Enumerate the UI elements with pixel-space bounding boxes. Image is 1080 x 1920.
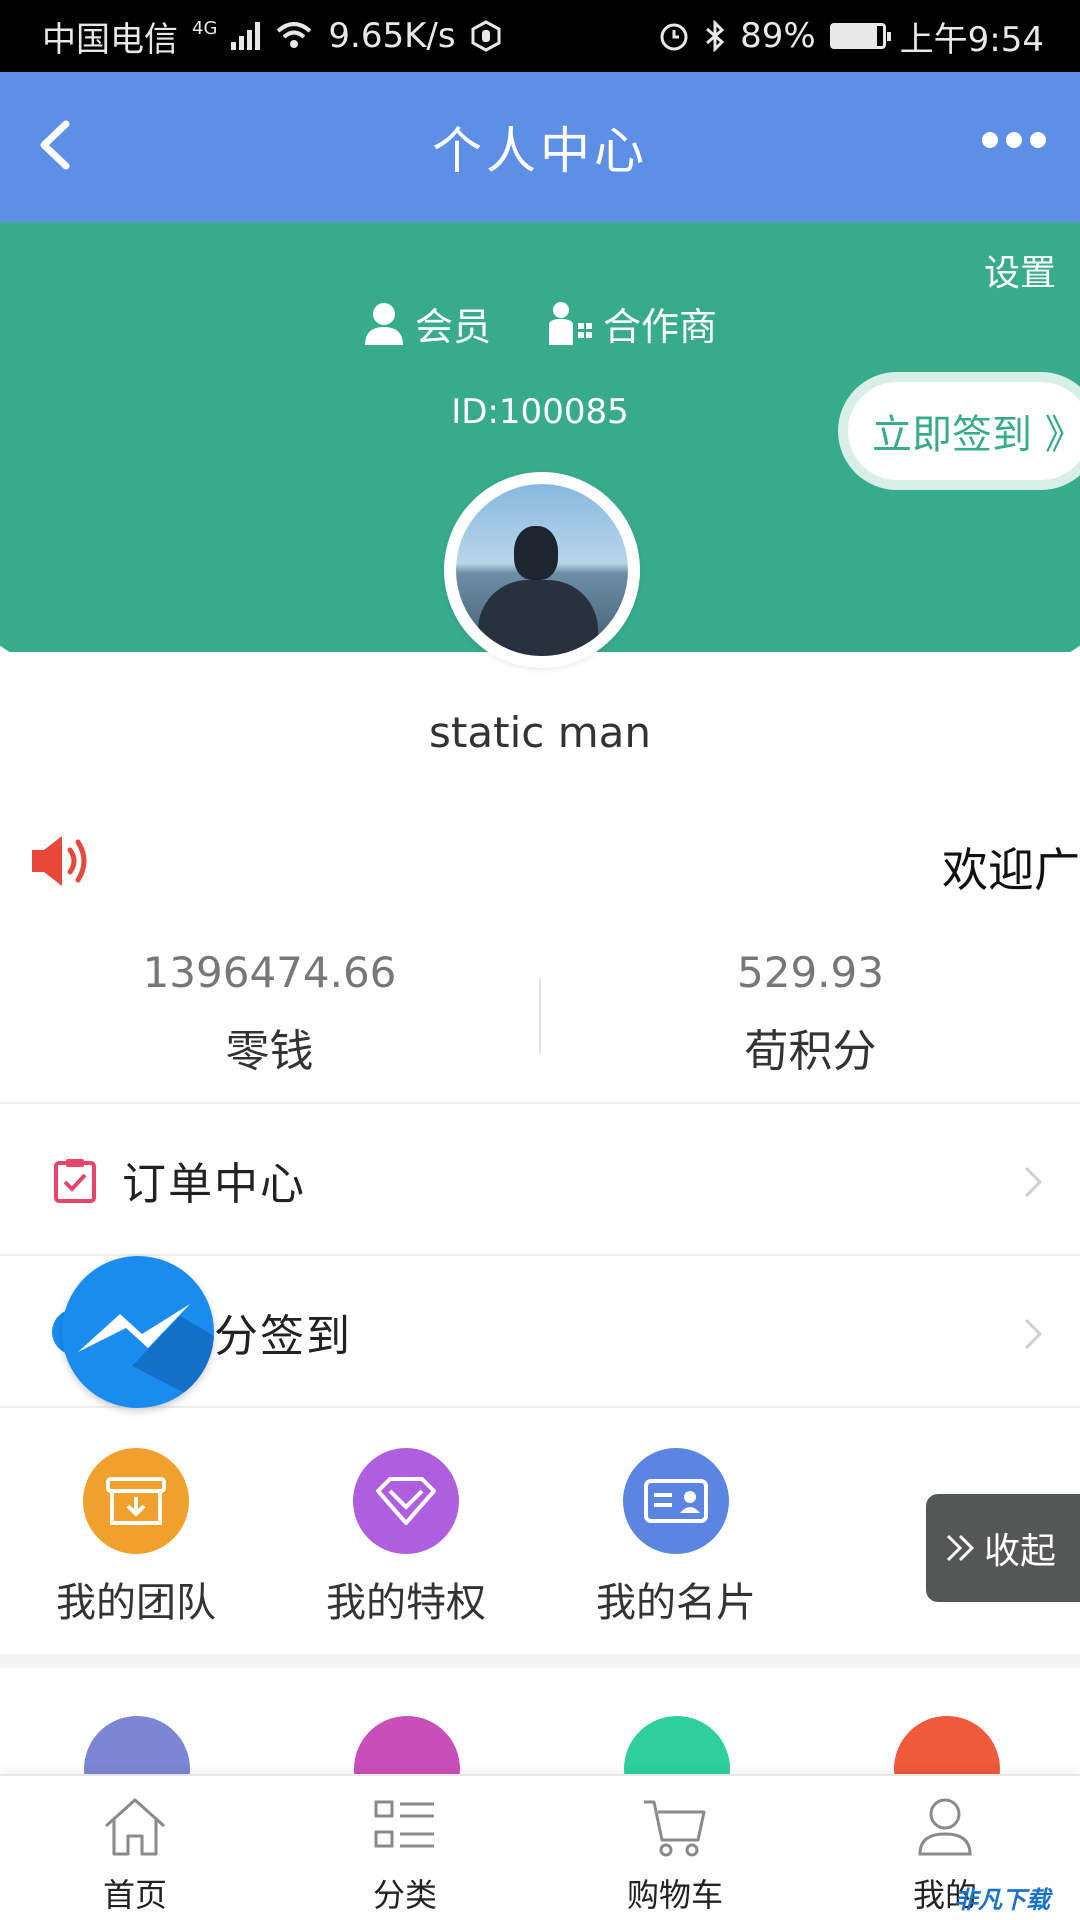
double-chevron-right-icon: [946, 1534, 975, 1562]
tab-cart[interactable]: 购物车: [540, 1776, 810, 1920]
grid-item-card[interactable]: 我的名片: [566, 1448, 786, 1628]
username: static man: [429, 708, 651, 757]
list-item-orders[interactable]: 订单中心: [0, 1106, 1080, 1256]
tab-cart-label: 购物车: [626, 1876, 723, 1914]
speaker-icon: [32, 836, 87, 886]
collapse-label: 收起: [984, 1531, 1057, 1572]
balance-points[interactable]: 529.93 荀积分: [541, 934, 1080, 1102]
wifi-icon: [277, 22, 312, 48]
orders-label: 订单中心: [122, 1159, 306, 1210]
grid-privilege-label: 我的特权: [326, 1580, 486, 1626]
clock: 上午9:54: [899, 19, 1044, 60]
category-list-icon: [374, 1800, 434, 1848]
avatar-photo: [456, 484, 628, 656]
status-bar: 中国电信 4G 9.65K/s 89% 上午9:54: [0, 0, 1080, 72]
network-type: 4G: [192, 17, 218, 39]
settings-link[interactable]: 设置: [984, 244, 1056, 296]
storefront-icon[interactable]: [84, 1716, 190, 1782]
back-arrow-icon[interactable]: [22, 110, 92, 180]
balance-wallet[interactable]: 1396474.66 零钱: [0, 934, 539, 1102]
battery-percent: 89%: [740, 16, 816, 56]
role-partner-label: 合作商: [603, 305, 718, 349]
battery-icon: [829, 23, 891, 49]
feature-grid-row-2: [0, 1682, 1080, 1782]
grid-card-label: 我的名片: [596, 1580, 756, 1626]
chevron-right-icon: [1024, 1318, 1043, 1350]
bottom-tab-bar: 首页 分类 购物车 我的: [0, 1774, 1080, 1920]
watermark-logo: 非凡下载: [954, 1886, 1050, 1914]
tab-home-label: 首页: [102, 1876, 167, 1914]
notice-bar: 欢迎广: [0, 820, 1080, 910]
grid-team-label: 我的团队: [56, 1580, 216, 1626]
role-member[interactable]: 会员: [363, 296, 491, 351]
feature-grid: 我的团队 我的特权 我的名片: [0, 1420, 1080, 1668]
partner-icon: [549, 301, 592, 345]
user-icon: [918, 1798, 972, 1856]
checkin-label: 立即签到 》: [848, 382, 1080, 480]
more-menu-icon[interactable]: [982, 132, 1046, 148]
download-box-icon: [83, 1448, 189, 1554]
bluetooth-icon: [706, 20, 725, 52]
points-value: 529.93: [737, 948, 884, 997]
profile-card-icon[interactable]: [894, 1716, 1000, 1782]
points-checkin-label: 分签到: [214, 1311, 352, 1362]
signal-icon: [231, 22, 261, 50]
tab-home[interactable]: 首页: [0, 1776, 270, 1920]
shop-icon[interactable]: [354, 1716, 460, 1782]
floating-messenger-button[interactable]: [62, 1256, 214, 1408]
tab-category-label: 分类: [372, 1876, 437, 1914]
messenger-bolt-icon: [78, 1304, 214, 1408]
id-card-icon: [623, 1448, 729, 1554]
balance-summary: 1396474.66 零钱 529.93 荀积分: [0, 934, 1080, 1104]
nav-bar: 个人中心: [0, 72, 1080, 222]
wallet-label: 零钱: [225, 1026, 314, 1077]
cart-icon: [644, 1800, 706, 1857]
avatar[interactable]: [444, 472, 640, 668]
role-row: 会员 合作商: [0, 296, 1080, 351]
role-member-label: 会员: [414, 305, 491, 349]
grid-item-privilege[interactable]: 我的特权: [296, 1448, 516, 1628]
collapse-button[interactable]: 收起: [926, 1494, 1080, 1602]
member-user-icon: [364, 302, 403, 345]
alarm-icon: [660, 23, 688, 51]
diamond-icon: [353, 1448, 459, 1554]
points-label: 荀积分: [744, 1026, 877, 1077]
network-speed: 9.65K/s: [328, 16, 456, 56]
hand-icon: [471, 20, 501, 52]
tab-category[interactable]: 分类: [270, 1776, 540, 1920]
role-partner[interactable]: 合作商: [547, 296, 717, 351]
clipboard-check-icon: [54, 1159, 96, 1203]
chevron-right-icon: [1024, 1166, 1043, 1198]
document-icon[interactable]: [624, 1716, 730, 1782]
carrier-name: 中国电信: [42, 19, 178, 60]
grid-item-team[interactable]: 我的团队: [26, 1448, 246, 1628]
checkin-button[interactable]: 立即签到 》: [838, 372, 1080, 490]
notice-text: 欢迎广: [942, 843, 1080, 897]
page-title: 个人中心: [432, 122, 648, 180]
home-icon: [104, 1798, 166, 1856]
wallet-value: 1396474.66: [142, 948, 397, 997]
